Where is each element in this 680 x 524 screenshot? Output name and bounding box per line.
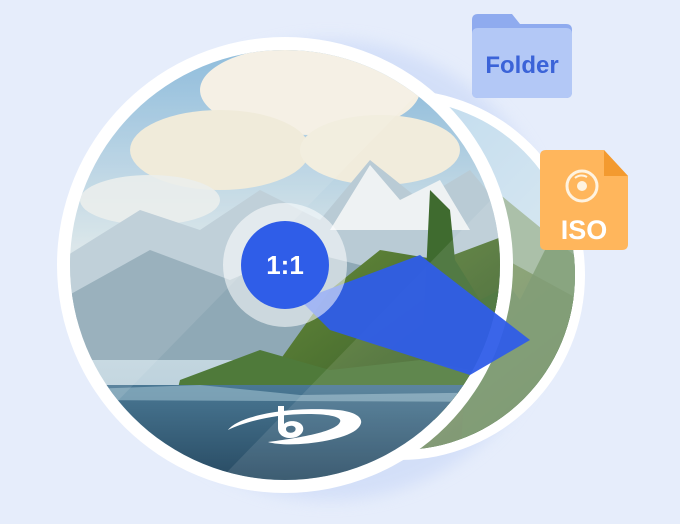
illustration: 1:1 Folder ISO	[0, 0, 680, 524]
iso-file-icon	[540, 150, 628, 250]
disc-copy-illustration	[57, 14, 628, 500]
folder-icon	[472, 14, 572, 98]
ratio-badge-circle	[241, 221, 329, 309]
